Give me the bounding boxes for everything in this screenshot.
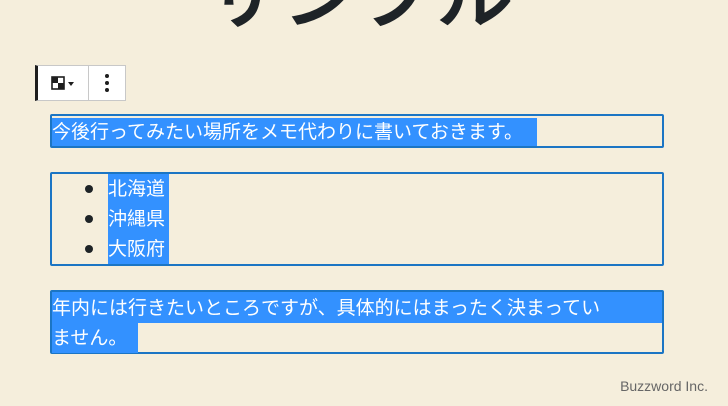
list-item-text[interactable]: 沖縄県 xyxy=(108,204,170,234)
list-item[interactable]: 大阪府 xyxy=(85,234,170,264)
more-vertical-icon xyxy=(105,74,109,92)
more-options-button[interactable] xyxy=(89,66,125,100)
list-item[interactable]: 沖縄県 xyxy=(85,204,170,234)
bullet-icon xyxy=(85,215,93,223)
paragraph-text-line[interactable]: ません。 xyxy=(52,323,138,353)
block-toolbar xyxy=(35,65,126,101)
paragraph-block-1[interactable]: 今後行ってみたい場所をメモ代わりに書いておきます。 xyxy=(50,114,664,148)
paragraph-text-line[interactable]: 年内には行きたいところですが、具体的にはまったく決まってい xyxy=(52,292,662,323)
bullet-list: 北海道 沖縄県 大阪府 xyxy=(85,174,170,264)
list-item-text[interactable]: 北海道 xyxy=(108,174,170,204)
block-switcher-button[interactable] xyxy=(38,66,89,100)
brand-watermark: Buzzword Inc. xyxy=(620,378,708,394)
paragraph-block-2[interactable]: 年内には行きたいところですが、具体的にはまったく決まってい ません。 xyxy=(50,290,664,354)
list-item[interactable]: 北海道 xyxy=(85,174,170,204)
block-switcher-icon xyxy=(51,76,74,90)
bullet-icon xyxy=(85,245,93,253)
list-item-text[interactable]: 大阪府 xyxy=(108,234,170,264)
page-title: サンプル xyxy=(205,0,515,34)
bullet-icon xyxy=(85,185,93,193)
paragraph-text[interactable]: 今後行ってみたい場所をメモ代わりに書いておきます。 xyxy=(52,118,538,146)
list-block[interactable]: 北海道 沖縄県 大阪府 xyxy=(50,172,664,266)
